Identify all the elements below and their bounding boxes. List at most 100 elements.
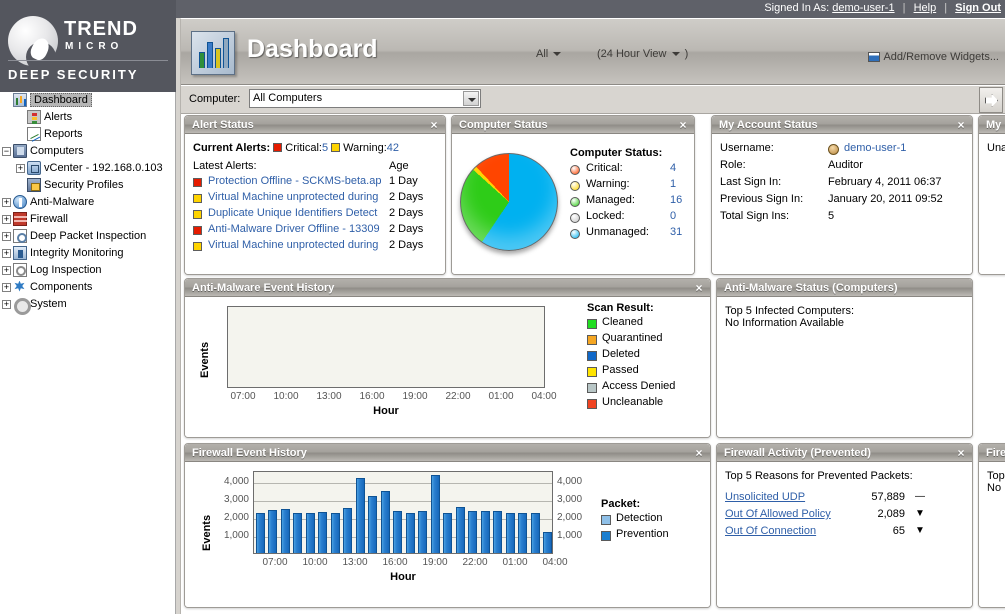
widget-icon [868, 52, 881, 63]
sign-out-link[interactable]: Sign Out [955, 2, 1001, 14]
close-icon[interactable]: × [955, 444, 967, 461]
anti-malware-event-history-widget: Anti-Malware Event History × Events 07:00 10… [184, 278, 711, 438]
sidebar-item-alerts[interactable]: Alerts [0, 109, 175, 126]
help-link[interactable]: Help [914, 2, 937, 14]
signed-in-username-link[interactable]: demo-user-1 [832, 2, 894, 14]
alert-link[interactable]: Protection Offline - SCKMS-beta.ap [208, 175, 388, 187]
firewall-reason-link[interactable]: Unsolicited UDP [725, 491, 805, 503]
alert-age: 2 Days [389, 191, 424, 203]
bar [518, 513, 527, 553]
computer-filter-select[interactable]: All Computers [249, 89, 481, 108]
expand-icon[interactable]: + [2, 215, 11, 225]
plot-area [227, 306, 545, 388]
sidebar-nav-tree[interactable]: Dashboard Alerts Reports − Computers + vCenter… [0, 92, 176, 614]
expand-icon[interactable]: + [2, 283, 11, 293]
anti-malware-status-widget-header[interactable]: Anti-Malware Status (Computers) [717, 279, 972, 297]
add-remove-widgets-link[interactable]: Add/Remove Widgets... [868, 51, 999, 63]
sidebar-item-firewall[interactable]: + Firewall [0, 211, 175, 228]
bar [293, 513, 302, 553]
sidebar-item-label: Components [30, 281, 93, 293]
expand-icon[interactable]: + [2, 232, 11, 242]
sidebar-item-system[interactable]: + System [0, 296, 175, 315]
chart-legend-row: Cleaned [587, 316, 654, 332]
firewall-event-history-widget: Firewall Event History × Events 1,000 1,000 2… [184, 443, 711, 608]
alert-link[interactable]: Duplicate Unique Identifiers Detect [208, 207, 388, 219]
x-axis-tick: 19:00 [422, 557, 448, 568]
alert-status-widget-header[interactable]: Alert Status × [185, 116, 445, 134]
expand-icon[interactable]: + [2, 300, 11, 310]
close-icon[interactable]: × [955, 116, 967, 133]
account-field-value[interactable]: demo-user-1 [844, 142, 906, 154]
close-icon[interactable]: × [428, 116, 440, 133]
critical-swatch-icon [193, 178, 202, 187]
account-field-label: Username: [720, 142, 774, 154]
sidebar-item-components[interactable]: + Components [0, 279, 175, 296]
collapse-icon[interactable]: − [2, 147, 11, 157]
firewall-activity-prevented-widget-header[interactable]: Firewall Activity (Prevented) × [717, 444, 972, 462]
bar [331, 513, 340, 553]
legend-swatch-icon [587, 367, 597, 377]
anti-malware-event-history-widget-header[interactable]: Anti-Malware Event History × [185, 279, 710, 297]
sidebar-item-vcenter-192-168-0-103[interactable]: + vCenter - 192.168.0.103 [0, 160, 175, 177]
firewall-reason-link[interactable]: Out Of Connection [725, 525, 816, 537]
alert-status-widget: Alert Status × Current Alerts: Critical:5… [184, 115, 446, 275]
expand-icon[interactable]: + [2, 266, 11, 276]
sidebar-item-dashboard[interactable]: Dashboard [0, 92, 175, 109]
chart-legend-title: Scan Result: [587, 302, 654, 314]
firewall-cut-widget-header[interactable]: Fire [979, 444, 1005, 462]
firewall-reason-count: 57,889 [871, 491, 905, 503]
bar [418, 511, 427, 553]
y-axis-tick: 4,000 [223, 475, 249, 487]
my-cut-widget-header[interactable]: My [979, 116, 1005, 134]
close-icon[interactable]: × [693, 444, 705, 461]
next-page-arrow-button[interactable] [979, 87, 1003, 113]
my-account-status-widget-header[interactable]: My Account Status × [712, 116, 972, 134]
computer-status-legend-row: Locked: 0 [570, 210, 676, 226]
computer-status-widget-header[interactable]: Computer Status × [452, 116, 694, 134]
sidebar-item-integrity-monitoring[interactable]: + Integrity Monitoring [0, 245, 175, 262]
alert-link[interactable]: Virtual Machine unprotected during [208, 239, 388, 251]
x-axis-tick: 19:00 [402, 391, 428, 402]
chevron-down-icon[interactable] [463, 91, 479, 106]
dashboard-timerange-dropdown[interactable]: (24 Hour View ) [597, 48, 688, 60]
account-field-label: Role: [720, 159, 746, 171]
sidebar-item-reports[interactable]: Reports [0, 126, 175, 143]
sidebar-item-label: Reports [44, 128, 83, 140]
bar [356, 478, 365, 553]
computer-status-value: 1 [670, 178, 677, 190]
close-icon[interactable]: × [693, 279, 705, 296]
sidebar-item-computers[interactable]: − Computers [0, 143, 175, 160]
sidebar-item-label: Alerts [44, 111, 73, 123]
sidebar-item-anti-malware[interactable]: + Anti-Malware [0, 194, 175, 211]
dashboard-scope-dropdown[interactable]: All [536, 48, 563, 60]
sidebar-item-log-inspection[interactable]: + Log Inspection [0, 262, 175, 279]
chart-legend: Packet: Detection Prevention [601, 498, 669, 544]
warning-swatch-icon [193, 194, 202, 203]
computer-status-value: 4 [670, 162, 677, 174]
expand-icon[interactable]: + [16, 164, 25, 174]
firewall-event-history-widget-title: Firewall Event History [192, 447, 307, 459]
account-field-label: Total Sign Ins: [720, 210, 790, 222]
firewall-event-history-widget-header[interactable]: Firewall Event History × [185, 444, 710, 462]
firewall-reason-count: 2,089 [877, 508, 905, 520]
legend-label: Uncleanable [602, 396, 664, 408]
brand-micro-text: MICRO [65, 41, 124, 52]
chart-legend-title: Packet: [601, 498, 641, 510]
alert-link[interactable]: Virtual Machine unprotected during [208, 191, 388, 203]
status-dot-icon [570, 213, 580, 223]
legend-swatch-icon [587, 399, 597, 409]
expand-icon[interactable]: + [2, 198, 11, 208]
firewall-reason-link[interactable]: Out Of Allowed Policy [725, 508, 831, 520]
y-axis-tick: 3,000 [223, 493, 249, 505]
sidebar-item-security-profiles[interactable]: Security Profiles [0, 177, 175, 194]
sidebar-item-deep-packet-inspection[interactable]: + Deep Packet Inspection [0, 228, 175, 245]
widget-grid: Alert Status × Current Alerts: Critical:5… [181, 115, 1005, 614]
dashboard-icon [13, 92, 27, 107]
account-field-value: January 20, 2011 09:52 [828, 193, 943, 205]
legend-label: Access Denied [602, 380, 676, 392]
expand-icon[interactable]: + [2, 249, 11, 259]
warning-swatch-icon [193, 242, 202, 251]
alert-link[interactable]: Anti-Malware Driver Offline - 13309 [208, 223, 388, 235]
close-icon[interactable]: × [677, 116, 689, 133]
